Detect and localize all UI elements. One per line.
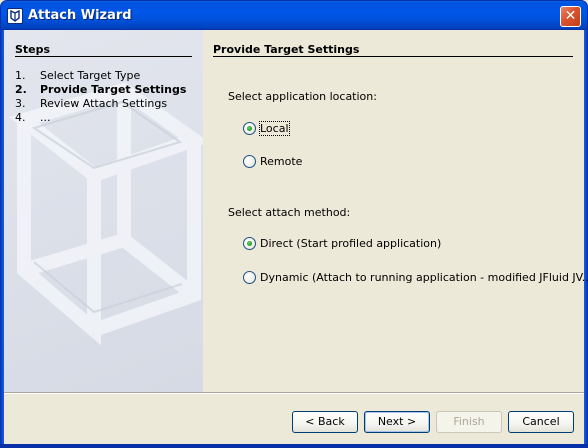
radio-local[interactable]: Local [243,121,290,136]
radio-remote[interactable]: Remote [243,155,302,168]
close-button[interactable]: ✕ [560,6,581,27]
steps-panel: Steps 1. Select Target Type 2. Provide T… [4,30,203,392]
window-title: Attach Wizard [28,8,132,23]
step-number: 3. [15,97,26,110]
next-button[interactable]: Next > [364,411,430,433]
panel-divider [213,56,573,57]
method-label: Select attach method: [228,206,351,219]
step-number: 1. [15,69,26,82]
steps-heading: Steps [15,43,51,56]
radio-label: Direct (Start profiled application) [260,237,442,250]
title-bar[interactable]: Attach Wizard ✕ [0,0,588,30]
radio-dynamic[interactable]: Dynamic (Attach to running application -… [243,271,588,284]
location-label: Select application location: [228,90,377,103]
step-label: Select Target Type [40,69,141,82]
radio-label: Remote [260,155,303,168]
step-label: ... [40,111,51,124]
radio-label: Local [259,121,290,136]
radio-label: Dynamic (Attach to running application -… [260,271,588,284]
radio-button[interactable] [243,155,256,168]
step-item: 4. ... [15,111,186,125]
close-icon: ✕ [564,8,577,24]
window-frame-bottom [0,444,588,448]
step-item: 1. Select Target Type [15,69,186,83]
radio-button[interactable] [243,271,256,284]
wizard-background-art [9,82,203,346]
step-item: 3. Review Attach Settings [15,97,186,111]
steps-list: 1. Select Target Type 2. Provide Target … [15,69,186,125]
cancel-button[interactable]: Cancel [508,411,574,433]
settings-panel: Provide Target Settings Select applicati… [203,30,588,392]
step-label: Provide Target Settings [40,83,187,96]
step-item-current: 2. Provide Target Settings [15,83,186,97]
radio-direct[interactable]: Direct (Start profiled application) [243,237,441,250]
panel-heading: Provide Target Settings [213,43,360,56]
radio-button-checked[interactable] [243,237,256,250]
back-button[interactable]: < Back [292,411,358,433]
app-icon [7,8,23,24]
button-bar-separator [4,392,584,394]
steps-divider [15,56,192,57]
radio-button-checked[interactable] [243,122,256,135]
step-number: 2. [15,83,27,96]
finish-button[interactable]: Finish [436,411,502,433]
step-number: 4. [15,111,26,124]
window-frame-right [584,30,588,448]
step-label: Review Attach Settings [40,97,168,110]
